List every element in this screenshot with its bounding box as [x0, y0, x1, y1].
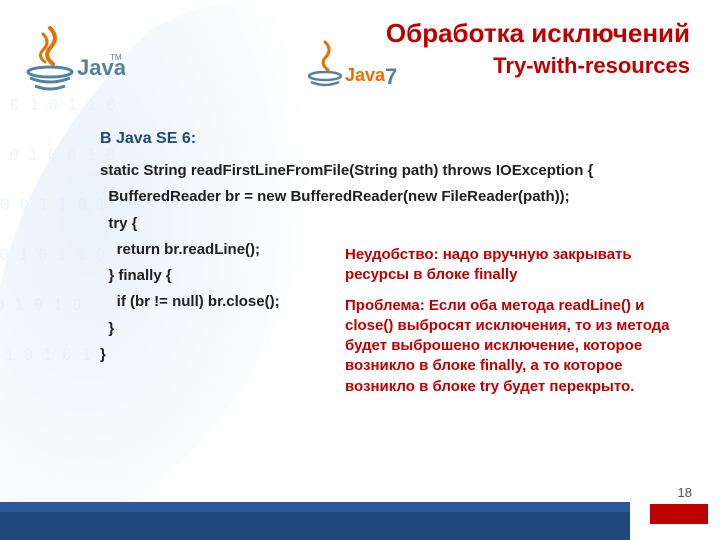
note-inconvenience: Неудобство: надо вручную закрывать ресур…: [345, 245, 690, 286]
svg-text:1 0 1 0 0 1 0: 1 0 1 0 0 1 0: [0, 145, 115, 164]
notes-block: Неудобство: надо вручную закрывать ресур…: [345, 245, 690, 407]
svg-text:0 0 1 1 0 1: 0 0 1 1 0 1: [0, 195, 106, 214]
slide-subtitle: Try-with-resources: [386, 53, 690, 79]
svg-text:Java: Java: [345, 65, 386, 85]
svg-text:1 0 1 0 1 1 0: 1 0 1 0 1 1 0: [0, 245, 105, 264]
svg-text:0 1 0 1 0: 0 1 0 1 0: [0, 295, 82, 314]
page-number: 18: [678, 485, 692, 500]
svg-text:TM: TM: [110, 53, 122, 62]
svg-text:1 1 0 1 0 1: 1 1 0 1 0 1: [0, 345, 91, 364]
java-logo: Java TM: [15, 20, 125, 105]
section-heading: В Java SE 6:: [100, 130, 700, 148]
footer-bar: [0, 504, 720, 540]
slide-header: Обработка исключений Try-with-resources: [386, 18, 690, 79]
note-problem: Проблема: Если оба метода readLine() и c…: [345, 296, 690, 397]
slide-title: Обработка исключений: [386, 18, 690, 49]
